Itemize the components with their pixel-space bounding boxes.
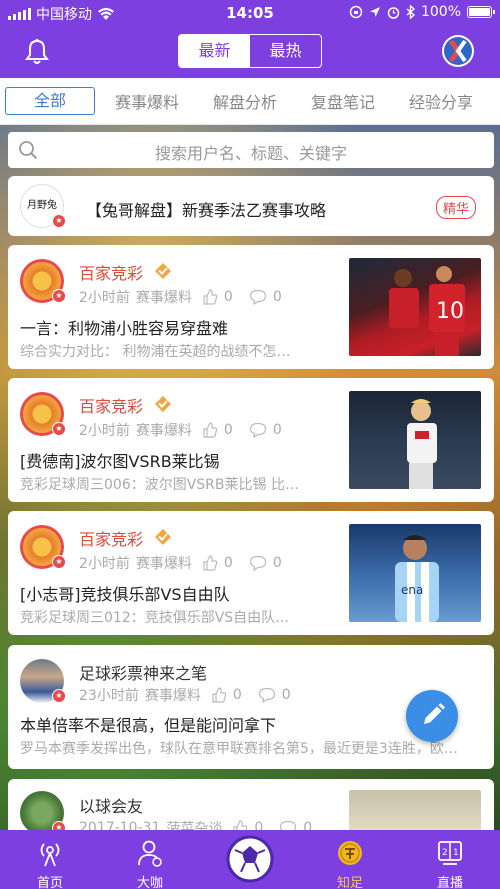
vip-badge-icon	[155, 529, 171, 545]
tab-experience[interactable]: 经验分享	[409, 89, 473, 113]
like-count: 0	[223, 555, 233, 571]
pinned-title: 【兔哥解盘】新赛季法乙赛事攻略	[86, 201, 327, 220]
coin-icon	[338, 841, 362, 865]
post-meta: 2小时前 赛事爆料 0 0	[79, 553, 282, 573]
post-card[interactable]: ★ 百家竞彩 2小时前 赛事爆料 0 0 [小志哥]竞技俱乐部VS自由队 竞彩足…	[8, 511, 494, 635]
bottom-tab-bar: 首页 大咖 知足 21 直播	[0, 830, 500, 889]
ball-logo-icon	[226, 835, 274, 883]
pinned-post[interactable]: 月野兔 ★ 【兔哥解盘】新赛季法乙赛事攻略 精华	[8, 176, 494, 236]
post-card[interactable]: ★ 百家竞彩 2小时前 赛事爆料 0 0 一言：利物浦小胜容易穿盘难 综合实力对…	[8, 245, 494, 369]
comment-count: 0	[281, 687, 291, 703]
comment-icon[interactable]	[249, 555, 267, 571]
like-count: 0	[223, 289, 233, 305]
sort-latest-tab[interactable]: 最新	[179, 35, 250, 67]
category-tabs: 全部 赛事爆料 解盘分析 复盘笔记 经验分享	[0, 78, 500, 125]
post-card[interactable]: ★ 百家竞彩 2小时前 赛事爆料 0 0 [费德南]波尔图VSRB莱比锡 竞彩足…	[8, 378, 494, 502]
post-time: 23小时前	[79, 688, 139, 704]
svg-text:2: 2	[442, 848, 448, 858]
bluetooth-icon	[406, 5, 415, 19]
post-title[interactable]: 一言：利物浦小胜容易穿盘难	[20, 315, 228, 339]
author-name[interactable]: 百家竞彩	[79, 260, 143, 284]
featured-badge: 精华	[436, 196, 477, 219]
comment-count: 0	[272, 555, 282, 571]
bell-icon[interactable]	[24, 38, 50, 66]
post-meta: 2小时前 赛事爆料 0 0	[79, 420, 282, 440]
post-time: 2小时前	[79, 423, 130, 439]
pencil-icon	[424, 703, 445, 724]
thumbs-up-icon[interactable]	[202, 555, 218, 571]
status-bar: 中国移动 14:05 100%	[0, 0, 500, 26]
thumbs-up-icon[interactable]	[211, 687, 227, 703]
post-title[interactable]: 本单倍率不是很高，但是能问问拿下	[20, 712, 276, 736]
post-meta: 23小时前 赛事爆料 0 0	[79, 685, 291, 705]
post-category: 赛事爆料	[135, 423, 192, 439]
top-bar: 最新 最热	[0, 26, 500, 78]
tabbar-zhizu[interactable]: 知足	[300, 830, 400, 889]
user-icon	[138, 840, 162, 867]
post-thumbnail[interactable]: ena	[349, 524, 481, 622]
author-name[interactable]: 以球会友	[79, 793, 143, 817]
compose-button[interactable]	[406, 690, 458, 742]
comment-icon[interactable]	[249, 422, 267, 438]
tabbar-home[interactable]: 首页	[0, 830, 100, 889]
post-summary: 竞彩足球周三006：波尔图VSRB莱比锡 比…	[20, 477, 299, 493]
battery-icon	[467, 6, 495, 18]
post-category: 赛事爆料	[135, 556, 192, 572]
svg-text:ena: ena	[401, 583, 423, 597]
tab-all[interactable]: 全部	[5, 87, 95, 115]
svg-text:10: 10	[436, 299, 464, 324]
author-name[interactable]: 足球彩票神来之笔	[79, 660, 207, 684]
tabbar-label: 知足	[336, 876, 363, 889]
svg-text:1: 1	[453, 848, 459, 858]
tabbar-label: 直播	[436, 876, 463, 889]
tab-match-news[interactable]: 赛事爆料	[115, 89, 179, 113]
tabbar-label: 首页	[36, 876, 63, 889]
verified-star-icon: ★	[52, 555, 66, 569]
vip-badge-icon	[155, 396, 171, 412]
app-logo-icon[interactable]	[442, 35, 474, 67]
verified-star-icon: ★	[52, 214, 66, 228]
comment-count: 0	[272, 422, 282, 438]
search-input[interactable]: 搜索用户名、标题、关键字	[8, 132, 494, 168]
post-category: 赛事爆料	[135, 290, 192, 306]
like-count: 0	[223, 422, 233, 438]
battery-percent: 100%	[420, 4, 461, 20]
post-title[interactable]: [小志哥]竞技俱乐部VS自由队	[20, 581, 230, 605]
comment-icon[interactable]	[258, 687, 276, 703]
thumbs-up-icon[interactable]	[202, 289, 218, 305]
post-category: 赛事爆料	[144, 688, 201, 704]
thumbs-up-icon[interactable]	[202, 422, 218, 438]
author-name[interactable]: 百家竞彩	[79, 526, 143, 550]
post-thumbnail[interactable]	[349, 391, 481, 489]
verified-star-icon: ★	[52, 689, 66, 703]
like-count: 0	[232, 687, 242, 703]
post-time: 2小时前	[79, 556, 130, 572]
post-title[interactable]: [费德南]波尔图VSRB莱比锡	[20, 448, 220, 472]
location-icon	[369, 7, 380, 17]
tabbar-label: 大咖	[136, 876, 163, 889]
post-meta: 2小时前 赛事爆料 0 0	[79, 287, 282, 307]
post-time: 2小时前	[79, 290, 130, 306]
tab-analysis[interactable]: 解盘分析	[213, 89, 277, 113]
tab-review-notes[interactable]: 复盘笔记	[311, 89, 375, 113]
broadcast-icon	[40, 843, 60, 867]
verified-star-icon: ★	[52, 422, 66, 436]
comment-icon[interactable]	[249, 289, 267, 305]
vip-badge-icon	[155, 263, 171, 279]
post-summary: 竞彩足球周三012：竞技俱乐部VS自由队…	[20, 610, 290, 626]
scoreboard-icon: 21	[438, 841, 462, 865]
author-name[interactable]: 百家竞彩	[79, 393, 143, 417]
search-placeholder: 搜索用户名、标题、关键字	[154, 144, 347, 163]
verified-star-icon: ★	[52, 289, 66, 303]
rotation-lock-icon	[349, 5, 363, 19]
post-summary: 综合实力对比： 利物浦在英超的战绩不怎…	[20, 344, 291, 360]
tabbar-live[interactable]: 21 直播	[400, 830, 500, 889]
tabbar-center[interactable]	[200, 830, 300, 889]
sort-hot-tab[interactable]: 最热	[250, 35, 321, 67]
sort-toggle: 最新 最热	[178, 34, 322, 68]
comment-count: 0	[272, 289, 282, 305]
alarm-icon	[387, 6, 400, 19]
post-thumbnail[interactable]: 10	[349, 258, 481, 356]
tabbar-experts[interactable]: 大咖	[100, 830, 200, 889]
